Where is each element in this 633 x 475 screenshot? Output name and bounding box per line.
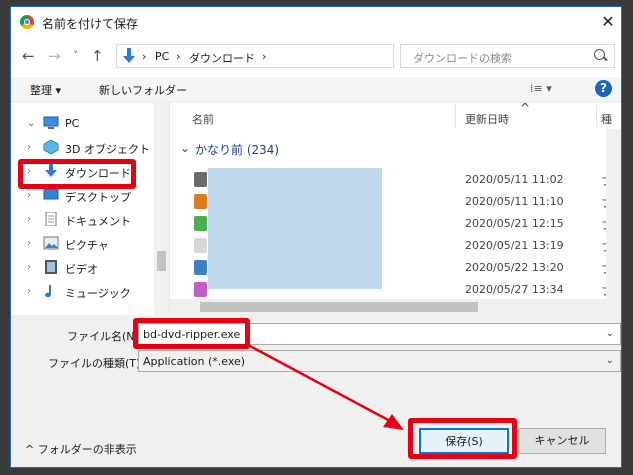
- annotation-arrow: [247, 343, 404, 430]
